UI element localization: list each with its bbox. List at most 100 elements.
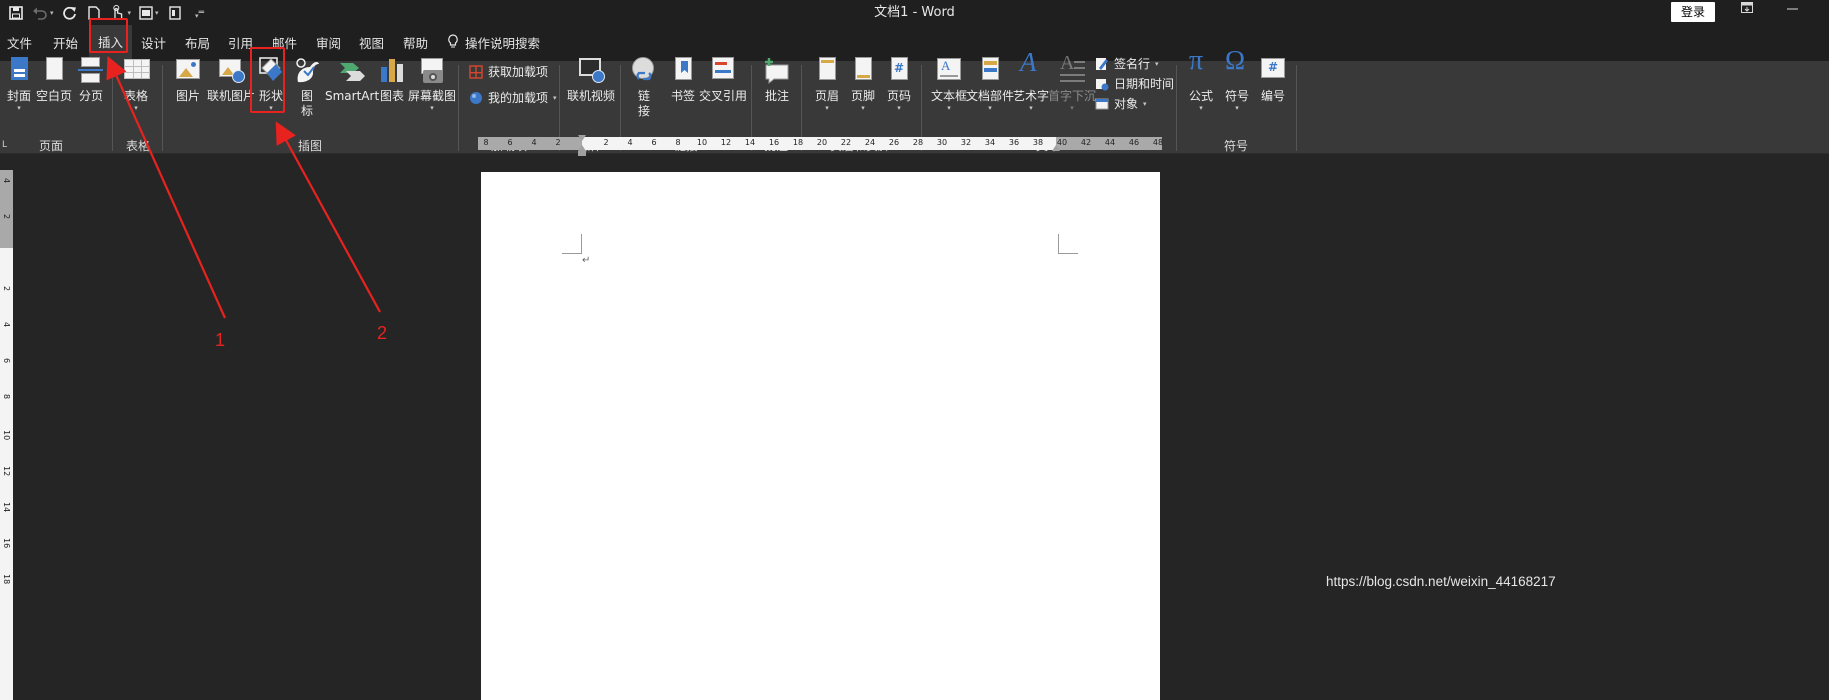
ruler-left-margin (478, 137, 582, 150)
tell-me-label: 操作说明搜索 (465, 36, 541, 51)
tab-review[interactable]: 审阅 (316, 33, 341, 52)
chart-icon (377, 55, 407, 87)
group-symbols-label: 符号 (1223, 139, 1249, 153)
horizontal-ruler[interactable]: 8 6 4 2 2 4 6 8 10 12 14 16 18 20 22 24 26 28 30 32 34 36 38 40… (478, 135, 1163, 156)
number-button[interactable]: # 编号 (1258, 55, 1288, 104)
wordart-label: 艺术字 (1013, 89, 1050, 103)
ruler-mark: 6 (651, 138, 657, 147)
highlight-insert-tab (89, 18, 128, 53)
header-button[interactable]: 页眉 ▾ (812, 55, 842, 112)
link-icon (629, 55, 659, 87)
footer-button[interactable]: 页脚 ▾ (848, 55, 878, 112)
chart-label: 图表 (379, 89, 404, 103)
smartart-button[interactable]: SmartArt (325, 55, 379, 104)
date-time-button[interactable]: 日期和时间 (1095, 75, 1174, 92)
ruler-mark: 40 (1056, 138, 1068, 147)
ribbon-display-options-icon[interactable] (1741, 2, 1753, 17)
textbox-button[interactable]: A 文本框 ▾ (931, 55, 967, 112)
online-video-button[interactable]: 联机视频 (567, 55, 615, 104)
online-pictures-icon (216, 55, 246, 87)
login-button[interactable]: 登录 (1671, 2, 1715, 22)
picture-button[interactable]: 图片 (173, 55, 203, 104)
blank-page-icon (39, 55, 69, 87)
quick-parts-icon (975, 55, 1005, 87)
bookmark-button[interactable]: 书签 (668, 55, 698, 104)
signature-line-button[interactable]: 签名行 ▾ (1095, 55, 1159, 72)
chart-button[interactable]: 图表 (377, 55, 407, 104)
quick-parts-button[interactable]: 文档部件 ▾ (966, 55, 1014, 112)
page-break-icon (76, 55, 106, 87)
online-pictures-button[interactable]: 联机图片 (207, 55, 255, 104)
group-illustrations-label: 插图 (297, 139, 323, 153)
equation-button[interactable]: π 公式 ▾ (1186, 47, 1216, 113)
screenshot-button[interactable]: 屏幕截图 ▾ (408, 55, 456, 112)
wordart-button[interactable]: A 艺术字 ▾ (1013, 49, 1050, 113)
ruler-mark: 32 (960, 138, 972, 147)
ruler-mark: 2 (603, 138, 609, 147)
read-mode-icon[interactable] (165, 2, 185, 24)
quick-parts-label: 文档部件 (966, 89, 1015, 103)
picture-icon (173, 55, 203, 87)
page-break-button[interactable]: 分页 (76, 55, 106, 104)
page-break-label: 分页 (78, 89, 103, 103)
title-bar: ▾ ▾ ▾ ═ ▾ 文档1 - Word 登录 (0, 0, 1829, 25)
left-indent-marker[interactable] (578, 151, 586, 156)
first-line-indent-marker[interactable] (578, 135, 586, 141)
top-left-corner-mark (562, 234, 582, 254)
comment-button[interactable]: 批注 (762, 55, 792, 104)
tell-me-search[interactable]: 操作说明搜索 (447, 33, 540, 52)
tab-file[interactable]: 文件 (7, 33, 32, 52)
ruler-mark: 18 (792, 138, 804, 147)
cross-reference-button[interactable]: 交叉引用 (699, 55, 747, 104)
header-label: 页眉 (814, 89, 839, 103)
link-button[interactable]: 链 接 (629, 55, 659, 119)
ruler-mark: 16 (768, 138, 780, 147)
icons-button[interactable]: 图 标 (292, 55, 322, 119)
page-number-button[interactable]: # 页码 ▾ (884, 55, 914, 112)
textbox-label: 文本框 (931, 89, 968, 103)
minimize-icon[interactable] (1787, 2, 1799, 17)
undo-icon[interactable]: ▾ (30, 2, 56, 24)
redo-icon[interactable] (60, 2, 80, 24)
ruler-mark: 18 (2, 574, 11, 585)
tab-design[interactable]: 设计 (141, 33, 166, 52)
drop-cap-button[interactable]: A 首字下沉 ▾ (1048, 53, 1096, 112)
icons-label-1: 图 (300, 89, 313, 103)
get-addins-button[interactable]: 获取加载项 (469, 63, 548, 80)
smartart-icon (337, 55, 367, 87)
omega-icon: Ω (1225, 45, 1246, 75)
date-time-label: 日期和时间 (1114, 77, 1175, 91)
ruler-mark: 8 (483, 138, 489, 147)
tab-selector[interactable]: L (2, 140, 7, 150)
my-addins-icon (469, 91, 483, 105)
tab-layout[interactable]: 布局 (185, 33, 210, 52)
calendar-clock-icon (1095, 77, 1109, 91)
customize-icon[interactable]: ═ ▾ (189, 2, 209, 24)
cover-page-label: 封面 (6, 89, 31, 103)
ruler-mark: 16 (2, 538, 11, 549)
cross-reference-label: 交叉引用 (699, 89, 748, 103)
object-button[interactable]: 对象 ▾ (1095, 95, 1147, 112)
ruler-mark: 4 (2, 178, 11, 184)
ruler-mark: 4 (2, 322, 11, 328)
link-label-2: 接 (637, 104, 650, 118)
highlight-shapes-button (250, 47, 285, 113)
header-icon (812, 55, 842, 87)
drop-cap-icon: A (1057, 53, 1087, 87)
table-button[interactable]: 表格 ▾ (121, 55, 151, 112)
blank-page-label: 空白页 (36, 89, 73, 103)
ruler-mark: 22 (840, 138, 852, 147)
save-icon[interactable] (6, 2, 26, 24)
symbol-button[interactable]: Ω 符号 ▾ (1222, 45, 1252, 113)
document-page[interactable]: ↵ (481, 172, 1160, 700)
tab-home[interactable]: 开始 (53, 33, 78, 52)
my-addins-button[interactable]: 我的加载项 ▾ (469, 89, 557, 106)
tab-view[interactable]: 视图 (359, 33, 384, 52)
ruler-mark: 42 (1080, 138, 1092, 147)
bookmark-label: 书签 (670, 89, 695, 103)
blank-page-button[interactable]: 空白页 (36, 55, 72, 104)
vertical-ruler[interactable]: 4 2 2 4 6 8 10 12 14 16 18 (0, 170, 13, 700)
tab-help[interactable]: 帮助 (403, 33, 428, 52)
cover-page-button[interactable]: 封面 ▾ (4, 55, 34, 112)
print-preview-icon[interactable]: ▾ (137, 2, 161, 24)
